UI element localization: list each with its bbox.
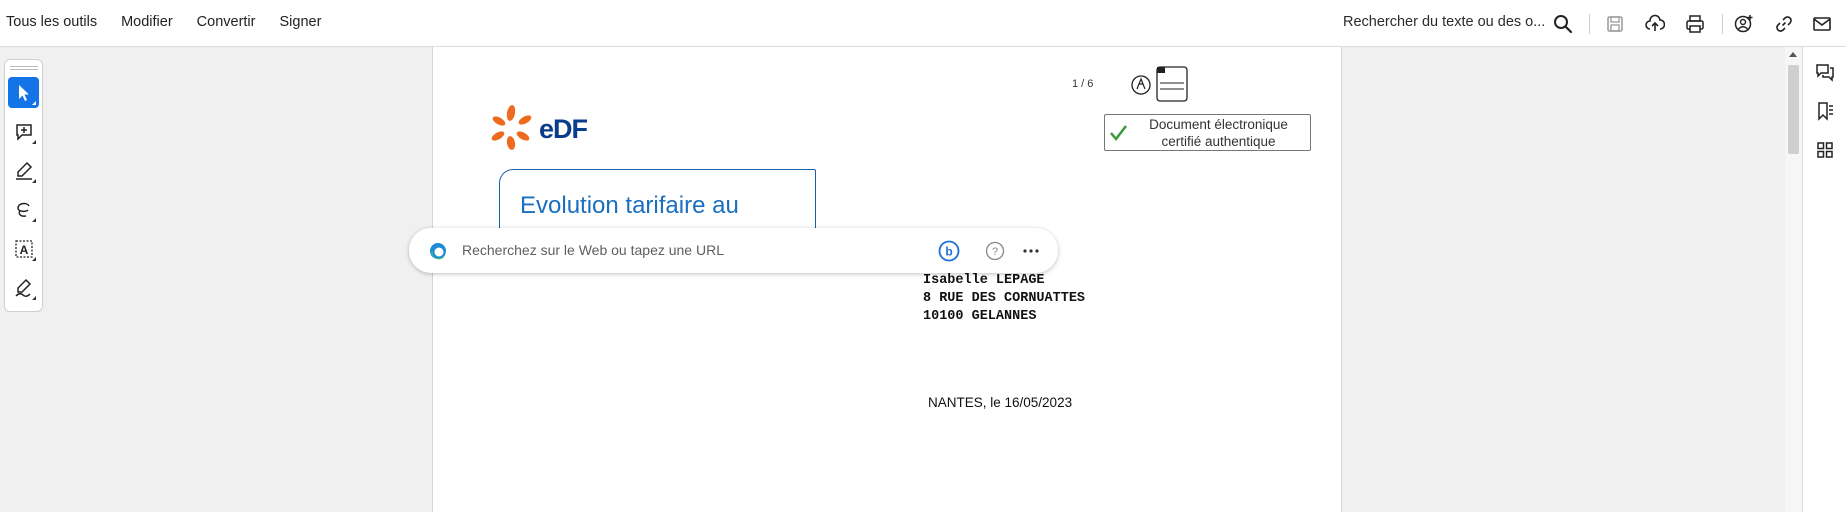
main-menu: Tous les outils Modifier Convertir Signe… [6,14,345,30]
add-comment-icon [15,123,32,141]
freehand-lasso-icon [16,202,30,217]
thumbnails-grid-icon[interactable] [1814,139,1836,161]
menu-convert[interactable]: Convertir [197,14,256,30]
sign-tool-button[interactable] [8,272,39,303]
select-cursor-icon [18,84,29,101]
search-icon[interactable] [1553,14,1573,34]
highlight-pen-icon [15,161,32,180]
address-line: 8 RUE DES CORNUATTES [923,291,1086,306]
address-line: 10100 GELANNES [923,309,1037,324]
browser-search-bar[interactable]: Recherchez sur le Web ou tapez une URL b… [409,228,1058,273]
menu-edit[interactable]: Modifier [121,14,173,30]
recipient-address: Isabelle LEPAGE 8 RUE DES CORNUATTES 10100… [923,272,1085,326]
search-text-input[interactable]: Rechercher du texte ou des o... [1343,14,1545,30]
top-menu-bar: Tous les outils Modifier Convertir Signe… [0,0,1846,47]
edf-logo-icon [491,105,532,150]
toolbar-divider [1722,14,1723,34]
text-recognition-icon: A [14,239,33,258]
more-options-icon[interactable] [1020,240,1042,262]
highlight-tool-button[interactable] [8,155,39,186]
toolbar-divider [1589,14,1590,34]
help-icon[interactable]: ? [984,240,1006,262]
check-mark-icon [1110,125,1127,141]
menu-all-tools[interactable]: Tous les outils [6,14,97,30]
print-icon[interactable] [1684,13,1706,35]
menu-sign[interactable]: Signer [279,14,321,30]
comments-panel-icon[interactable] [1814,61,1836,83]
document-page: 1 / 6 eDF Document électronique certifié… [432,47,1342,512]
address-line: Isabelle LEPAGE [923,273,1045,288]
browser-search-input[interactable]: Recherchez sur le Web ou tapez une URL [462,242,724,258]
share-user-icon[interactable] [1733,13,1755,35]
link-icon[interactable] [1773,13,1795,35]
text-select-tool-button[interactable]: A [8,233,39,264]
right-side-panel [1802,47,1846,512]
svg-text:A: A [19,243,28,257]
mail-icon[interactable] [1811,13,1833,35]
drag-handle[interactable] [10,66,38,70]
edf-logo-text: eDF [539,114,588,144]
draw-tool-button[interactable] [8,194,39,225]
scroll-up-arrow-icon[interactable] [1789,52,1797,57]
edge-logo-icon [430,243,446,260]
document-title: Evolution tarifaire au [520,192,739,219]
eco-envelope-stamp-icon [1131,66,1188,102]
bing-chat-icon[interactable]: b [938,240,960,262]
upload-cloud-icon[interactable] [1644,13,1666,35]
bookmarks-panel-icon[interactable] [1814,100,1836,122]
vertical-scrollbar[interactable] [1785,47,1802,512]
certified-document-badge: Document électronique certifié authentiq… [1104,114,1311,151]
cert-line-1: Document électronique [1149,117,1288,132]
comment-tool-button[interactable] [8,116,39,147]
document-date: NANTES, le 16/05/2023 [928,395,1073,410]
tool-rail: A [4,59,43,312]
scroll-thumb[interactable] [1788,65,1799,154]
svg-text:?: ? [992,246,998,258]
sign-pen-icon [14,278,31,297]
save-icon[interactable] [1604,13,1626,35]
cert-line-2: certifié authentique [1161,134,1276,149]
select-tool-button[interactable] [8,77,39,108]
svg-text:b: b [945,245,952,259]
page-indicator: 1 / 6 [1072,78,1094,90]
